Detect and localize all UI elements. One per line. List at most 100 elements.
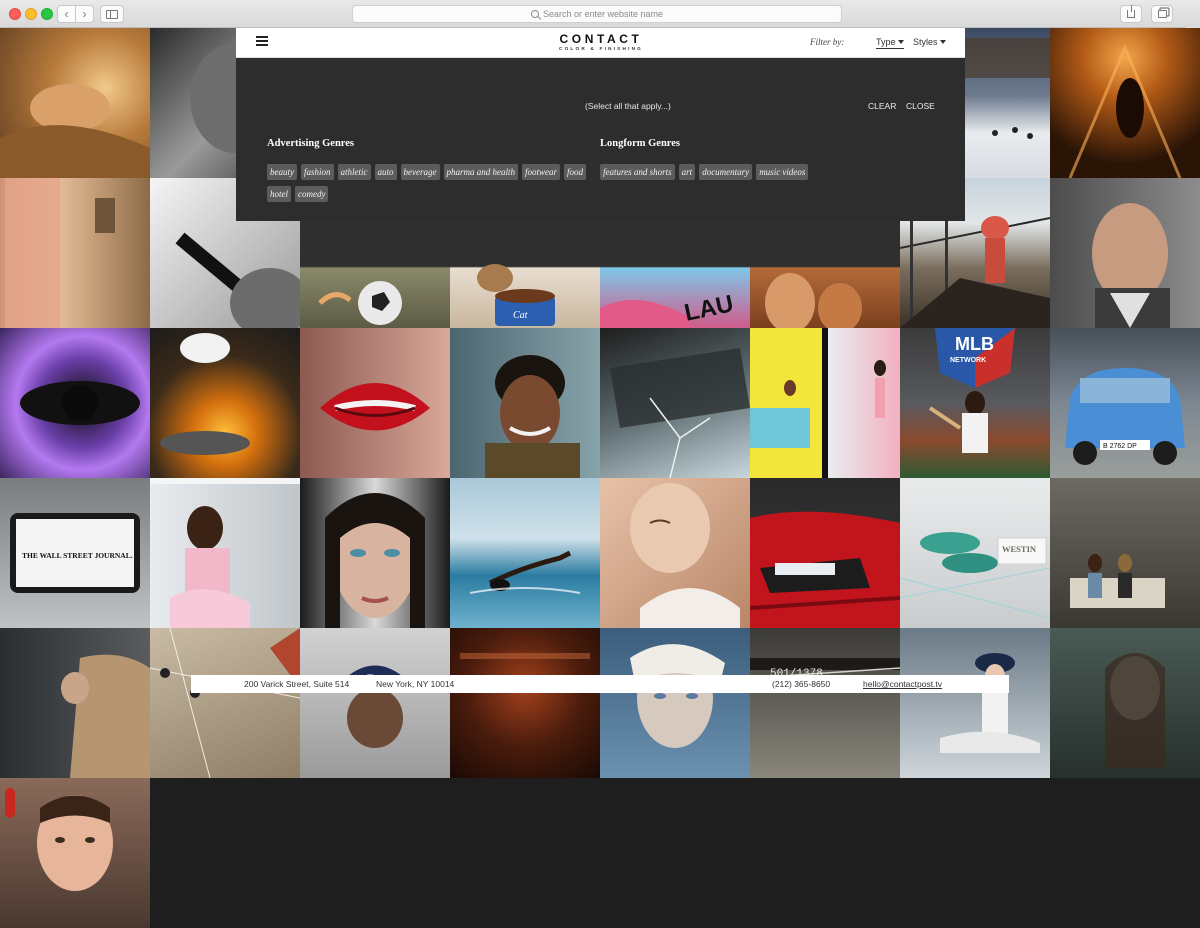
address-bar[interactable]: Search or enter website name (352, 5, 842, 23)
tile-illustration (1105, 653, 1165, 768)
tile-illustration (150, 628, 300, 778)
project-tile[interactable] (1050, 478, 1200, 628)
tile-illustration (320, 383, 430, 431)
project-tile[interactable] (150, 328, 300, 478)
wsj-logo-text: THE WALL STREET JOURNAL. (22, 551, 133, 560)
project-tile[interactable] (150, 628, 300, 778)
project-tile[interactable] (0, 178, 150, 328)
close-filters-button[interactable]: CLOSE (906, 101, 935, 111)
sidebar-toggle-button[interactable] (100, 5, 124, 23)
genre-tag-auto[interactable]: auto (374, 164, 397, 180)
tile-illustration: 501/1378 (750, 658, 900, 680)
project-tile[interactable] (1050, 178, 1200, 328)
genre-tag-comedy[interactable]: comedy (295, 186, 329, 202)
genre-tag-fashion[interactable]: fashion (301, 164, 334, 180)
genre-tag-athletic[interactable]: athletic (337, 164, 371, 180)
tile-illustration (750, 511, 900, 628)
genre-tag-food[interactable]: food (564, 164, 587, 180)
logo-tagline: COLOR & FINISHING (558, 46, 643, 51)
genre-tag-pharma-and-health[interactable]: pharma and health (443, 164, 519, 180)
project-tile[interactable] (0, 628, 150, 778)
genre-tag-beverage[interactable]: beverage (400, 164, 440, 180)
project-tile[interactable] (750, 478, 900, 628)
project-tile[interactable] (1050, 28, 1200, 178)
project-tile[interactable] (0, 28, 150, 178)
back-button[interactable]: ‹ (57, 5, 76, 23)
browser-toolbar: ‹ › Search or enter website name (0, 0, 1200, 28)
show-tabs-button[interactable] (1151, 5, 1173, 23)
project-tile[interactable] (450, 478, 600, 628)
caret-down-icon (897, 40, 904, 44)
laugh-graffiti-text: LAU (682, 290, 736, 327)
advertising-genres-title: Advertising Genres (267, 138, 355, 149)
site-header: CONTACT COLOR & FINISHING Filter by: Typ… (236, 28, 965, 58)
project-tile[interactable] (600, 478, 750, 628)
project-tile[interactable]: THE WALL STREET JOURNAL. (0, 478, 150, 628)
project-tile[interactable] (450, 628, 600, 778)
project-tile[interactable] (900, 628, 1050, 778)
close-window-icon[interactable] (9, 8, 21, 20)
mlb-network-text: NETWORK (950, 357, 986, 364)
project-tile[interactable] (0, 328, 150, 478)
footer-address: 200 Varick Street, Suite 514 (244, 679, 350, 689)
tile-illustration (1068, 44, 1182, 178)
tile-illustration (61, 654, 150, 778)
genre-tag-features-and-shorts[interactable]: features and shorts (600, 164, 675, 180)
genre-tag-beauty[interactable]: beauty (267, 164, 297, 180)
tile-illustration (469, 550, 581, 594)
clear-filters-button[interactable]: CLEAR (868, 101, 896, 111)
filter-styles-dropdown[interactable]: Styles (913, 37, 946, 47)
project-tile[interactable] (300, 478, 450, 628)
westin-logo-text: WESTIN (1002, 544, 1037, 554)
genre-tag-art[interactable]: art (678, 164, 696, 180)
project-tile[interactable] (150, 478, 300, 628)
project-tile[interactable] (600, 328, 750, 478)
footer-city: New York, NY 10014 (376, 679, 455, 689)
filter-label: Filter by: (810, 37, 845, 47)
tile-illustration: B 2762 DP (1065, 368, 1185, 465)
tile-illustration (630, 644, 725, 748)
project-tile[interactable]: B (300, 628, 450, 778)
project-tile[interactable] (600, 628, 750, 778)
footer-phone[interactable]: (212) 365-8650 (772, 679, 830, 689)
tile-illustration (20, 381, 140, 425)
tile-illustration (325, 493, 425, 628)
project-tile[interactable] (0, 778, 150, 928)
share-icon (1127, 5, 1135, 18)
project-tile[interactable] (1050, 628, 1200, 778)
tile-illustration (1070, 554, 1165, 608)
minimize-window-icon[interactable] (25, 8, 37, 20)
tile-illustration (5, 178, 115, 328)
tile-illustration (750, 328, 886, 478)
tile-illustration (940, 653, 1040, 753)
genre-tag-hotel[interactable]: hotel (267, 186, 291, 202)
zoom-window-icon[interactable] (41, 8, 53, 20)
site-logo[interactable]: CONTACT COLOR & FINISHING (526, 33, 676, 52)
project-tile[interactable]: MLB NETWORK (900, 328, 1050, 478)
project-tile[interactable] (450, 328, 600, 478)
filter-type-dropdown[interactable]: Type (876, 37, 904, 49)
project-tile[interactable]: 501/1378 (750, 628, 900, 778)
back-icon: ‹ (64, 7, 69, 21)
genre-tag-footwear[interactable]: footwear (522, 164, 561, 180)
tile-illustration (485, 355, 580, 478)
cat-food-label: Cat (513, 310, 528, 321)
advertising-genres-group: Advertising Genres beauty fashion athlet… (267, 138, 587, 202)
share-button[interactable] (1120, 5, 1142, 23)
hamburger-menu-icon[interactable] (256, 36, 268, 46)
tabs-icon (1157, 10, 1167, 18)
filter-type-label: Type (876, 37, 896, 47)
tile-illustration: WESTIN (900, 532, 1050, 619)
project-tile[interactable] (750, 328, 900, 478)
genre-tag-music-videos[interactable]: music videos (756, 164, 809, 180)
tile-illustration (150, 478, 300, 628)
project-tile[interactable]: WESTIN (900, 478, 1050, 628)
tile-illustration (460, 653, 590, 659)
genre-tag-documentary[interactable]: documentary (699, 164, 753, 180)
address-bar-placeholder: Search or enter website name (542, 9, 664, 19)
project-tile[interactable]: B 2762 DP (1050, 328, 1200, 478)
tile-illustration (0, 84, 150, 178)
project-tile[interactable] (300, 328, 450, 478)
forward-button[interactable]: › (75, 5, 94, 23)
footer-email-link[interactable]: hello@contactpost.tv (863, 679, 942, 689)
